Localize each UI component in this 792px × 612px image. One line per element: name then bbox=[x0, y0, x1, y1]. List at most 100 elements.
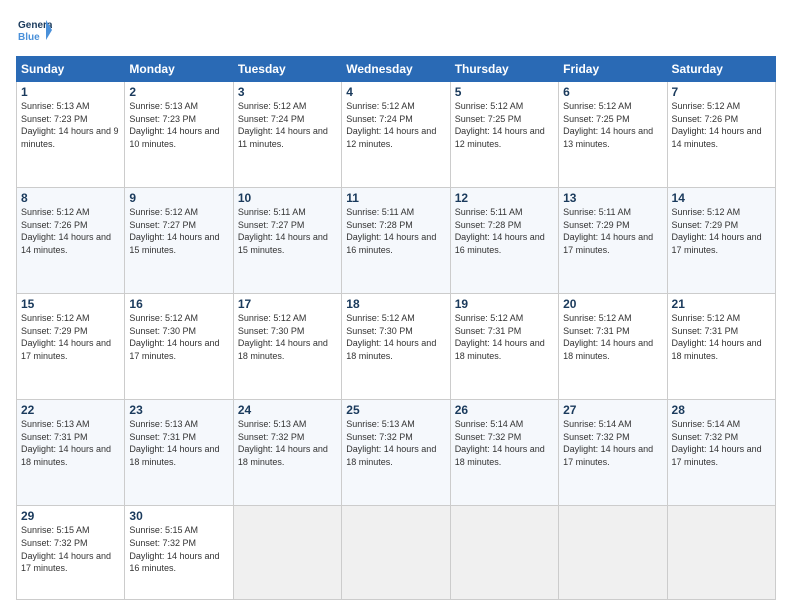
calendar-cell: 3Sunrise: 5:12 AMSunset: 7:24 PMDaylight… bbox=[233, 82, 341, 188]
day-number: 5 bbox=[455, 85, 554, 99]
calendar-cell: 6Sunrise: 5:12 AMSunset: 7:25 PMDaylight… bbox=[559, 82, 667, 188]
logo: General Blue bbox=[16, 12, 52, 48]
day-info: Sunrise: 5:12 AMSunset: 7:31 PMDaylight:… bbox=[563, 312, 662, 362]
day-number: 9 bbox=[129, 191, 228, 205]
day-number: 12 bbox=[455, 191, 554, 205]
calendar-cell: 24Sunrise: 5:13 AMSunset: 7:32 PMDayligh… bbox=[233, 400, 341, 506]
calendar-cell: 14Sunrise: 5:12 AMSunset: 7:29 PMDayligh… bbox=[667, 188, 775, 294]
day-info: Sunrise: 5:12 AMSunset: 7:25 PMDaylight:… bbox=[455, 100, 554, 150]
calendar-cell: 27Sunrise: 5:14 AMSunset: 7:32 PMDayligh… bbox=[559, 400, 667, 506]
day-number: 17 bbox=[238, 297, 337, 311]
calendar-week-1: 1Sunrise: 5:13 AMSunset: 7:23 PMDaylight… bbox=[17, 82, 776, 188]
day-info: Sunrise: 5:12 AMSunset: 7:30 PMDaylight:… bbox=[238, 312, 337, 362]
calendar-cell: 25Sunrise: 5:13 AMSunset: 7:32 PMDayligh… bbox=[342, 400, 450, 506]
calendar-cell: 10Sunrise: 5:11 AMSunset: 7:27 PMDayligh… bbox=[233, 188, 341, 294]
calendar-cell: 7Sunrise: 5:12 AMSunset: 7:26 PMDaylight… bbox=[667, 82, 775, 188]
day-info: Sunrise: 5:13 AMSunset: 7:23 PMDaylight:… bbox=[21, 100, 120, 150]
calendar-cell: 11Sunrise: 5:11 AMSunset: 7:28 PMDayligh… bbox=[342, 188, 450, 294]
day-number: 26 bbox=[455, 403, 554, 417]
day-number: 27 bbox=[563, 403, 662, 417]
weekday-header-tuesday: Tuesday bbox=[233, 57, 341, 82]
day-info: Sunrise: 5:12 AMSunset: 7:30 PMDaylight:… bbox=[129, 312, 228, 362]
calendar-cell bbox=[233, 506, 341, 600]
calendar-cell bbox=[342, 506, 450, 600]
day-number: 18 bbox=[346, 297, 445, 311]
day-info: Sunrise: 5:13 AMSunset: 7:32 PMDaylight:… bbox=[238, 418, 337, 468]
day-number: 25 bbox=[346, 403, 445, 417]
weekday-header-saturday: Saturday bbox=[667, 57, 775, 82]
day-number: 30 bbox=[129, 509, 228, 523]
day-info: Sunrise: 5:11 AMSunset: 7:29 PMDaylight:… bbox=[563, 206, 662, 256]
calendar-table: SundayMondayTuesdayWednesdayThursdayFrid… bbox=[16, 56, 776, 600]
day-info: Sunrise: 5:12 AMSunset: 7:31 PMDaylight:… bbox=[672, 312, 771, 362]
day-info: Sunrise: 5:13 AMSunset: 7:23 PMDaylight:… bbox=[129, 100, 228, 150]
calendar-cell: 17Sunrise: 5:12 AMSunset: 7:30 PMDayligh… bbox=[233, 294, 341, 400]
weekday-header-thursday: Thursday bbox=[450, 57, 558, 82]
day-number: 24 bbox=[238, 403, 337, 417]
weekday-header-sunday: Sunday bbox=[17, 57, 125, 82]
day-number: 14 bbox=[672, 191, 771, 205]
weekday-header-monday: Monday bbox=[125, 57, 233, 82]
day-number: 1 bbox=[21, 85, 120, 99]
calendar-cell: 28Sunrise: 5:14 AMSunset: 7:32 PMDayligh… bbox=[667, 400, 775, 506]
day-number: 6 bbox=[563, 85, 662, 99]
calendar-cell: 8Sunrise: 5:12 AMSunset: 7:26 PMDaylight… bbox=[17, 188, 125, 294]
day-info: Sunrise: 5:11 AMSunset: 7:28 PMDaylight:… bbox=[455, 206, 554, 256]
day-info: Sunrise: 5:12 AMSunset: 7:31 PMDaylight:… bbox=[455, 312, 554, 362]
calendar-cell: 13Sunrise: 5:11 AMSunset: 7:29 PMDayligh… bbox=[559, 188, 667, 294]
calendar-week-5: 29Sunrise: 5:15 AMSunset: 7:32 PMDayligh… bbox=[17, 506, 776, 600]
calendar-cell: 20Sunrise: 5:12 AMSunset: 7:31 PMDayligh… bbox=[559, 294, 667, 400]
calendar-cell: 21Sunrise: 5:12 AMSunset: 7:31 PMDayligh… bbox=[667, 294, 775, 400]
day-number: 29 bbox=[21, 509, 120, 523]
day-info: Sunrise: 5:12 AMSunset: 7:24 PMDaylight:… bbox=[238, 100, 337, 150]
day-number: 13 bbox=[563, 191, 662, 205]
day-number: 4 bbox=[346, 85, 445, 99]
day-info: Sunrise: 5:12 AMSunset: 7:24 PMDaylight:… bbox=[346, 100, 445, 150]
calendar-cell: 12Sunrise: 5:11 AMSunset: 7:28 PMDayligh… bbox=[450, 188, 558, 294]
calendar-cell: 23Sunrise: 5:13 AMSunset: 7:31 PMDayligh… bbox=[125, 400, 233, 506]
calendar-cell bbox=[559, 506, 667, 600]
day-info: Sunrise: 5:12 AMSunset: 7:30 PMDaylight:… bbox=[346, 312, 445, 362]
day-info: Sunrise: 5:15 AMSunset: 7:32 PMDaylight:… bbox=[21, 524, 120, 574]
calendar-week-2: 8Sunrise: 5:12 AMSunset: 7:26 PMDaylight… bbox=[17, 188, 776, 294]
weekday-header-wednesday: Wednesday bbox=[342, 57, 450, 82]
calendar-cell: 15Sunrise: 5:12 AMSunset: 7:29 PMDayligh… bbox=[17, 294, 125, 400]
calendar-week-3: 15Sunrise: 5:12 AMSunset: 7:29 PMDayligh… bbox=[17, 294, 776, 400]
day-info: Sunrise: 5:13 AMSunset: 7:31 PMDaylight:… bbox=[129, 418, 228, 468]
calendar-cell: 30Sunrise: 5:15 AMSunset: 7:32 PMDayligh… bbox=[125, 506, 233, 600]
day-info: Sunrise: 5:12 AMSunset: 7:26 PMDaylight:… bbox=[672, 100, 771, 150]
day-number: 15 bbox=[21, 297, 120, 311]
day-number: 19 bbox=[455, 297, 554, 311]
logo-svg: General Blue bbox=[16, 12, 52, 48]
day-number: 20 bbox=[563, 297, 662, 311]
calendar-cell: 22Sunrise: 5:13 AMSunset: 7:31 PMDayligh… bbox=[17, 400, 125, 506]
calendar-cell bbox=[667, 506, 775, 600]
calendar-cell: 26Sunrise: 5:14 AMSunset: 7:32 PMDayligh… bbox=[450, 400, 558, 506]
header: General Blue bbox=[16, 12, 776, 48]
calendar-cell: 9Sunrise: 5:12 AMSunset: 7:27 PMDaylight… bbox=[125, 188, 233, 294]
day-info: Sunrise: 5:12 AMSunset: 7:29 PMDaylight:… bbox=[21, 312, 120, 362]
day-info: Sunrise: 5:11 AMSunset: 7:27 PMDaylight:… bbox=[238, 206, 337, 256]
weekday-header-row: SundayMondayTuesdayWednesdayThursdayFrid… bbox=[17, 57, 776, 82]
svg-text:Blue: Blue bbox=[18, 32, 40, 43]
day-info: Sunrise: 5:12 AMSunset: 7:26 PMDaylight:… bbox=[21, 206, 120, 256]
day-number: 8 bbox=[21, 191, 120, 205]
day-number: 11 bbox=[346, 191, 445, 205]
day-info: Sunrise: 5:14 AMSunset: 7:32 PMDaylight:… bbox=[672, 418, 771, 468]
weekday-header-friday: Friday bbox=[559, 57, 667, 82]
day-number: 10 bbox=[238, 191, 337, 205]
calendar-cell: 18Sunrise: 5:12 AMSunset: 7:30 PMDayligh… bbox=[342, 294, 450, 400]
day-info: Sunrise: 5:14 AMSunset: 7:32 PMDaylight:… bbox=[455, 418, 554, 468]
calendar-cell: 2Sunrise: 5:13 AMSunset: 7:23 PMDaylight… bbox=[125, 82, 233, 188]
page: General Blue SundayMondayTuesdayWednesda… bbox=[0, 0, 792, 612]
day-number: 21 bbox=[672, 297, 771, 311]
calendar-cell: 29Sunrise: 5:15 AMSunset: 7:32 PMDayligh… bbox=[17, 506, 125, 600]
day-number: 22 bbox=[21, 403, 120, 417]
day-info: Sunrise: 5:13 AMSunset: 7:31 PMDaylight:… bbox=[21, 418, 120, 468]
day-number: 2 bbox=[129, 85, 228, 99]
day-info: Sunrise: 5:13 AMSunset: 7:32 PMDaylight:… bbox=[346, 418, 445, 468]
day-number: 16 bbox=[129, 297, 228, 311]
day-number: 7 bbox=[672, 85, 771, 99]
day-number: 3 bbox=[238, 85, 337, 99]
calendar-cell: 19Sunrise: 5:12 AMSunset: 7:31 PMDayligh… bbox=[450, 294, 558, 400]
